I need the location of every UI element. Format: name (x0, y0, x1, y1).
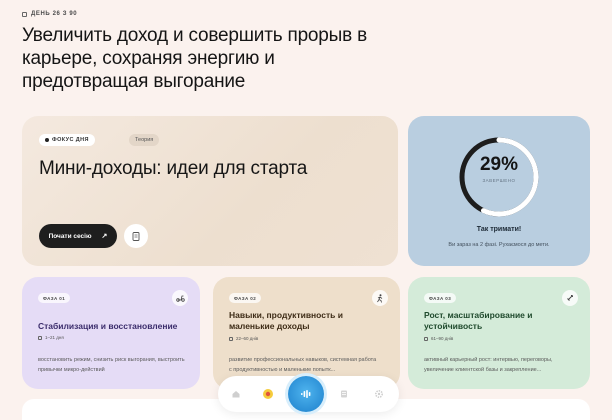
start-session-label: Почати сесію (48, 232, 92, 240)
home-icon (232, 391, 240, 398)
start-session-button[interactable]: Почати сесію ↗ (39, 224, 117, 248)
arrow-up-right-icon: ↗ (101, 233, 108, 240)
phase-chip: ФАЗА 03 (424, 293, 457, 303)
phase-description: восстановить режим, снизить риск выгоран… (38, 357, 185, 373)
phase-days-label: 22–60 днів (236, 336, 259, 341)
calendar-icon (38, 335, 42, 340)
medal-icon (263, 389, 273, 399)
runner-icon (372, 290, 388, 306)
bottom-dock (218, 376, 399, 412)
phase-card-2[interactable]: ФАЗА 02 Навыки, продуктивность и маленьк… (213, 277, 400, 389)
phase-title: Стабилизация и восстановление (38, 321, 178, 331)
phase-title: Рост, масштабирование и устойчивость (424, 310, 533, 331)
phase-card-1[interactable]: ФАЗА 01 Стабилизация и восстановление 1–… (22, 277, 200, 389)
journal-icon (341, 390, 347, 398)
home-button[interactable] (226, 384, 246, 404)
rocket-icon (562, 290, 578, 306)
focus-card[interactable]: ФОКУС ДНЯ Теория Мини-доходы: идеи для с… (22, 116, 398, 266)
voice-button[interactable] (288, 376, 324, 412)
phase-days-label: 61–90 днів (431, 336, 454, 341)
focus-title: Мини-доходы: идеи для старта (39, 158, 308, 179)
settings-button[interactable] (369, 384, 389, 404)
achievements-button[interactable] (258, 384, 278, 404)
progress-percent: 29% (479, 154, 519, 175)
journal-button[interactable] (334, 384, 354, 404)
phase-title: Навыки, продуктивность и маленькие доход… (229, 310, 343, 331)
phase-chip: ФАЗА 01 (38, 293, 71, 303)
phase-days: 1–21 дня (38, 335, 64, 340)
page-title: Увеличить доход и совершить прорыв в кар… (22, 25, 367, 92)
theory-chip-label: Теория (135, 137, 154, 143)
progress-subtitle: Ви зараз на 2 фазі. Рухаємося до мети. (448, 242, 550, 248)
dot-icon (45, 138, 49, 142)
theory-chip: Теория (129, 134, 160, 146)
phase-card-3[interactable]: ФАЗА 03 Рост, масштабирование и устойчив… (408, 277, 590, 389)
bookmark-icon (132, 231, 140, 241)
phase-days: 61–90 днів (424, 336, 453, 341)
progress-ring (459, 137, 539, 217)
day-counter-label: ДЕНЬ 26 З 90 (31, 11, 78, 17)
progress-title: Так тримати! (476, 226, 522, 233)
phase-days: 22–60 днів (229, 336, 258, 341)
phase-description: активный карьерный рост: интервью, перег… (424, 357, 553, 373)
progress-card: 29% ЗАВЕРШЕНО Так тримати! Ви зараз на 2… (408, 116, 590, 266)
phase-days-label: 1–21 дня (45, 335, 64, 340)
phase-description: развитие профессиональных навыков, систе… (229, 357, 377, 373)
phase-chip: ФАЗА 02 (229, 293, 262, 303)
focus-chip-label: ФОКУС ДНЯ (52, 137, 89, 143)
focus-chip: ФОКУС ДНЯ (39, 134, 95, 146)
calendar-icon (22, 11, 27, 17)
settings-icon (374, 389, 384, 399)
scooter-icon (172, 290, 188, 306)
day-counter: ДЕНЬ 26 З 90 (22, 11, 77, 17)
calendar-icon (229, 336, 233, 341)
calendar-icon (424, 336, 428, 341)
voice-icon (301, 390, 311, 398)
progress-caption: ЗАВЕРШЕНО (482, 178, 516, 183)
bookmark-button[interactable] (124, 224, 148, 248)
